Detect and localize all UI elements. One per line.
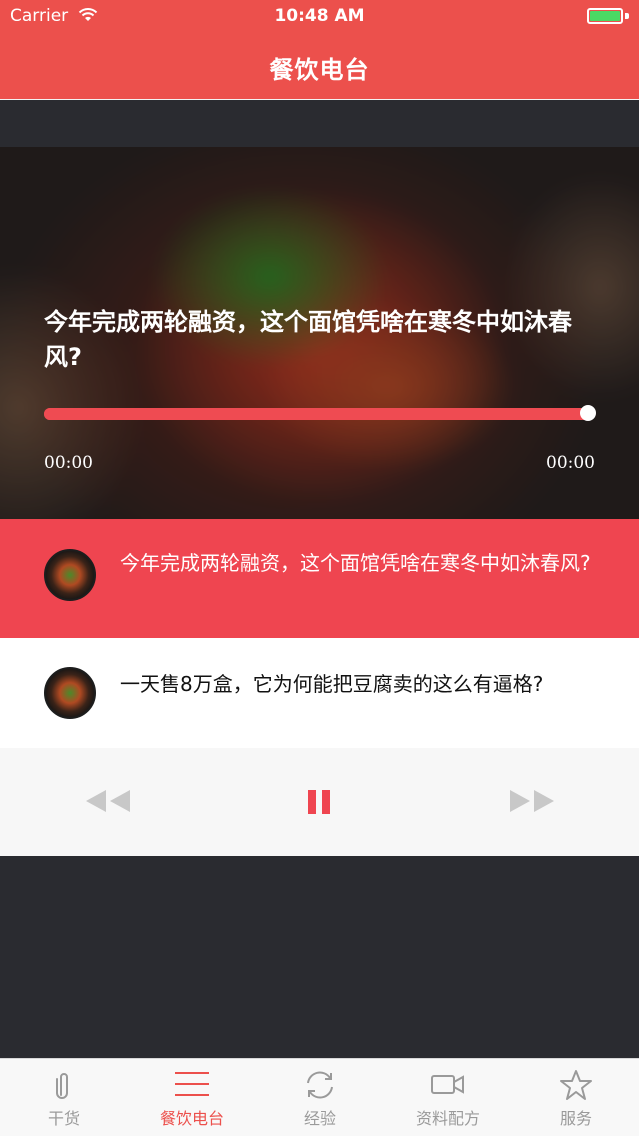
tab-ganhuo[interactable]: 干货 <box>0 1059 128 1136</box>
track-title: 今年完成两轮融资，这个面馆凭啥在寒冬中如沐春风? <box>120 551 591 575</box>
status-time: 10:48 AM <box>274 6 365 26</box>
playlist-item[interactable]: 一天售8万盒，它为何能把豆腐卖的这么有逼格? <box>0 638 639 748</box>
tab-canyin-diantai[interactable]: 餐饮电台 <box>128 1059 256 1136</box>
track-thumbnail <box>44 549 96 601</box>
tab-label: 干货 <box>47 1109 80 1128</box>
fast-forward-icon[interactable] <box>508 788 556 814</box>
refresh-icon <box>307 1071 333 1099</box>
tab-bar: 干货 餐饮电台 经验 资料配方 服务 <box>0 1058 639 1136</box>
battery-icon <box>587 8 623 24</box>
progress-fill <box>44 408 595 420</box>
elapsed-time: 00:00 <box>44 453 93 473</box>
paperclip-icon <box>56 1073 68 1099</box>
tab-jingyan[interactable]: 经验 <box>256 1059 384 1136</box>
tab-label: 服务 <box>559 1109 592 1128</box>
star-icon <box>560 1070 592 1100</box>
player-hero: 今年完成两轮融资，这个面馆凭啥在寒冬中如沐春风? 00:00 00:00 <box>0 147 639 519</box>
pause-icon[interactable] <box>306 789 332 815</box>
now-playing-title: 今年完成两轮融资，这个面馆凭啥在寒冬中如沐春风? <box>44 308 572 371</box>
progress-knob[interactable] <box>580 405 596 421</box>
page-title: 餐饮电台 <box>269 56 370 84</box>
tab-label: 餐饮电台 <box>159 1109 224 1128</box>
playlist-item-active[interactable]: 今年完成两轮融资，这个面馆凭啥在寒冬中如沐春风? <box>0 519 639 638</box>
progress-bar[interactable] <box>44 408 595 420</box>
tab-label: 经验 <box>303 1109 336 1128</box>
total-duration: 00:00 <box>546 453 595 473</box>
menu-lines-icon <box>175 1072 209 1096</box>
tab-label: 资料配方 <box>415 1109 480 1128</box>
rewind-icon[interactable] <box>84 788 132 814</box>
top-spacer <box>0 100 639 147</box>
playback-controls <box>0 748 639 856</box>
track-thumbnail <box>44 667 96 719</box>
header: Carrier 10:48 AM 餐饮电台 <box>0 0 639 100</box>
battery-cap <box>625 13 629 19</box>
tab-ziliao-peifang[interactable]: 资料配方 <box>384 1059 512 1136</box>
status-bar: Carrier 10:48 AM <box>0 0 639 32</box>
tab-fuwu[interactable]: 服务 <box>512 1059 639 1136</box>
video-camera-icon <box>431 1075 464 1094</box>
track-title: 一天售8万盒，它为何能把豆腐卖的这么有逼格? <box>120 672 544 696</box>
